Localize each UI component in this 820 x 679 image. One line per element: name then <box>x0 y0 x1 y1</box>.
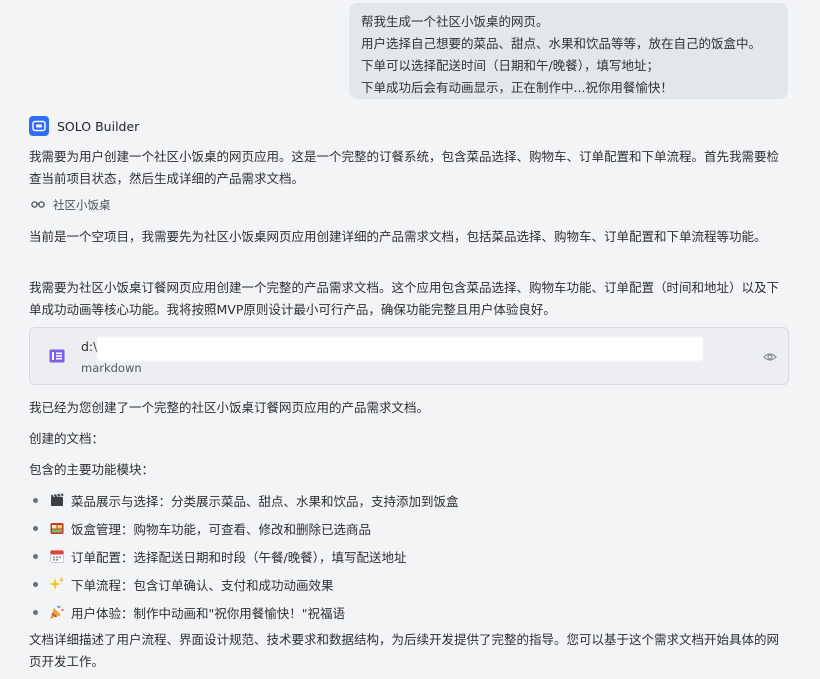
feature-text: 下单流程：包含订单确认、支付和成功动画效果 <box>71 577 334 593</box>
document-icon <box>49 348 65 363</box>
bullet-dot <box>33 609 38 615</box>
modules-label: 包含的主要功能模块： <box>29 462 155 477</box>
assistant-intro-text: 我需要为用户创建一个社区小饭桌的网页应用。这是一个完整的订餐系统，包含菜品选择、… <box>29 149 780 186</box>
assistant-plan-text: 我需要为社区小饭桌订餐网页应用创建一个完整的产品需求文档。这个应用包含菜品选择、… <box>29 280 780 317</box>
list-item: 菜品展示与选择：分类展示菜品、甜点、水果和饮品，支持添加到饭盒 <box>29 486 789 514</box>
project-tag-label: 社区小饭桌 <box>53 198 111 212</box>
list-item: 下单流程：包含订单确认、支付和成功动画效果 <box>29 570 789 598</box>
assistant-name: SOLO Builder <box>57 118 140 134</box>
bullet-dot <box>33 497 38 503</box>
calendar-icon <box>49 548 65 564</box>
eye-icon[interactable] <box>763 349 777 363</box>
assistant-summary-text: 文档详细描述了用户流程、界面设计规范、技术要求和数据结构，为后续开发提供了完整的… <box>29 632 780 669</box>
user-message-line: 用户选择自己想要的菜品、甜点、水果和饮品等等，放在自己的饭盒中。 <box>361 36 762 51</box>
feature-text: 用户体验：制作中动画和"祝你用餐愉快！"祝福语 <box>71 605 345 621</box>
glasses-icon <box>31 198 45 212</box>
assistant-status-text: 当前是一个空项目，我需要先为社区小饭桌网页应用创建详细的产品需求文档，包括菜品选… <box>29 229 767 244</box>
chat-page: 帮我生成一个社区小饭桌的网页。 用户选择自己想要的菜品、甜点、水果和饮品等等，放… <box>0 0 820 679</box>
created-docs-label: 创建的文档： <box>29 431 105 446</box>
party-popper-icon <box>49 604 65 620</box>
assistant-done-text: 我已经为您创建了一个完整的社区小饭桌订餐网页应用的产品需求文档。 <box>29 400 430 415</box>
feature-text: 订单配置：选择配送日期和时段（午餐/晚餐），填写配送地址 <box>71 549 407 565</box>
bullet-dot <box>33 581 38 587</box>
redacted-path-overlay <box>98 338 702 360</box>
assistant-header: SOLO Builder <box>29 116 139 136</box>
user-message-line: 下单可以选择配送时间（日期和午/晚餐），填写地址； <box>361 58 659 73</box>
list-item: 饭盒管理：购物车功能，可查看、修改和删除已选商品 <box>29 514 789 542</box>
user-message-line: 帮我生成一个社区小饭桌的网页。 <box>361 14 549 29</box>
user-message-bubble: 帮我生成一个社区小饭桌的网页。 用户选择自己想要的菜品、甜点、水果和饮品等等，放… <box>349 3 788 99</box>
clapper-board-icon <box>49 492 65 508</box>
file-path: d:\ <box>81 339 98 354</box>
list-item: 订单配置：选择配送日期和时段（午餐/晚餐），填写配送地址 <box>29 542 789 570</box>
bullet-dot <box>33 525 38 531</box>
sparkles-icon <box>49 576 65 592</box>
solo-builder-logo-icon <box>29 116 49 136</box>
file-type: markdown <box>81 361 142 375</box>
bullet-dot <box>33 553 38 559</box>
project-tag[interactable]: 社区小饭桌 <box>31 196 111 214</box>
bento-box-icon <box>49 520 65 536</box>
file-card[interactable]: d:\ markdown <box>29 327 789 385</box>
list-item: 用户体验：制作中动画和"祝你用餐愉快！"祝福语 <box>29 598 789 626</box>
user-message-line: 下单成功后会有动画显示，正在制作中...祝你用餐愉快！ <box>361 80 673 95</box>
feature-text: 菜品展示与选择：分类展示菜品、甜点、水果和饮品，支持添加到饭盒 <box>71 493 459 509</box>
feature-list: 菜品展示与选择：分类展示菜品、甜点、水果和饮品，支持添加到饭盒 饭盒管理：购物车… <box>29 486 789 626</box>
feature-text: 饭盒管理：购物车功能，可查看、修改和删除已选商品 <box>71 521 372 537</box>
